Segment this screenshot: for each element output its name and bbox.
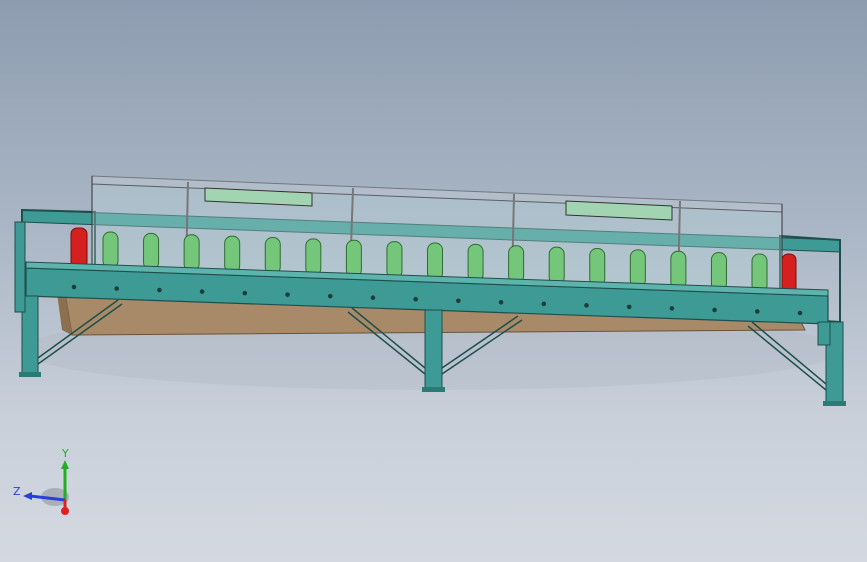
cad-viewport[interactable]: Y Z xyxy=(0,0,867,562)
roller xyxy=(305,238,322,276)
bolt-hole xyxy=(754,309,760,314)
roller xyxy=(589,248,606,287)
foot-center xyxy=(422,387,445,392)
roller xyxy=(143,232,160,270)
z-axis-label: Z xyxy=(13,485,21,498)
roller xyxy=(751,253,768,293)
roller xyxy=(629,249,646,288)
roller xyxy=(548,246,565,285)
leg-center xyxy=(424,309,443,391)
bolt-hole xyxy=(285,292,290,297)
bolt-hole xyxy=(157,287,162,293)
bolt-hole xyxy=(413,296,418,302)
roller xyxy=(508,245,525,284)
conveyor-model-view[interactable] xyxy=(0,0,867,562)
left-end-cap xyxy=(70,227,88,269)
roller xyxy=(670,250,687,290)
roller xyxy=(183,234,200,272)
roller xyxy=(102,231,119,269)
leg-back-left xyxy=(14,221,26,313)
foot-left xyxy=(19,372,41,377)
roller xyxy=(345,239,362,278)
bolt-hole xyxy=(797,310,803,316)
orientation-triad[interactable]: Y Z xyxy=(10,445,85,520)
bolt-hole xyxy=(626,304,632,310)
bolt-hole xyxy=(541,301,547,307)
bolt-hole xyxy=(71,284,77,290)
y-axis-arrow xyxy=(61,460,69,469)
bolt-hole xyxy=(199,289,205,294)
roller xyxy=(386,241,403,279)
roller xyxy=(710,252,727,291)
y-axis-label: Y xyxy=(61,447,69,460)
roller xyxy=(467,243,484,282)
bolt-hole xyxy=(114,286,120,291)
bolt-hole xyxy=(498,299,504,305)
foot-right xyxy=(823,401,846,406)
bolt-hole xyxy=(584,303,589,308)
roller xyxy=(224,235,241,273)
roller xyxy=(427,242,443,281)
bolt-hole xyxy=(712,307,717,313)
bolt-hole xyxy=(242,290,248,296)
bolt-hole xyxy=(370,295,376,301)
bolt-hole xyxy=(669,306,675,311)
bolt-hole xyxy=(327,293,333,299)
z-axis-arrow xyxy=(23,492,32,500)
leg-back-right xyxy=(817,321,831,346)
roller xyxy=(264,237,281,275)
bolt-hole xyxy=(456,298,461,304)
